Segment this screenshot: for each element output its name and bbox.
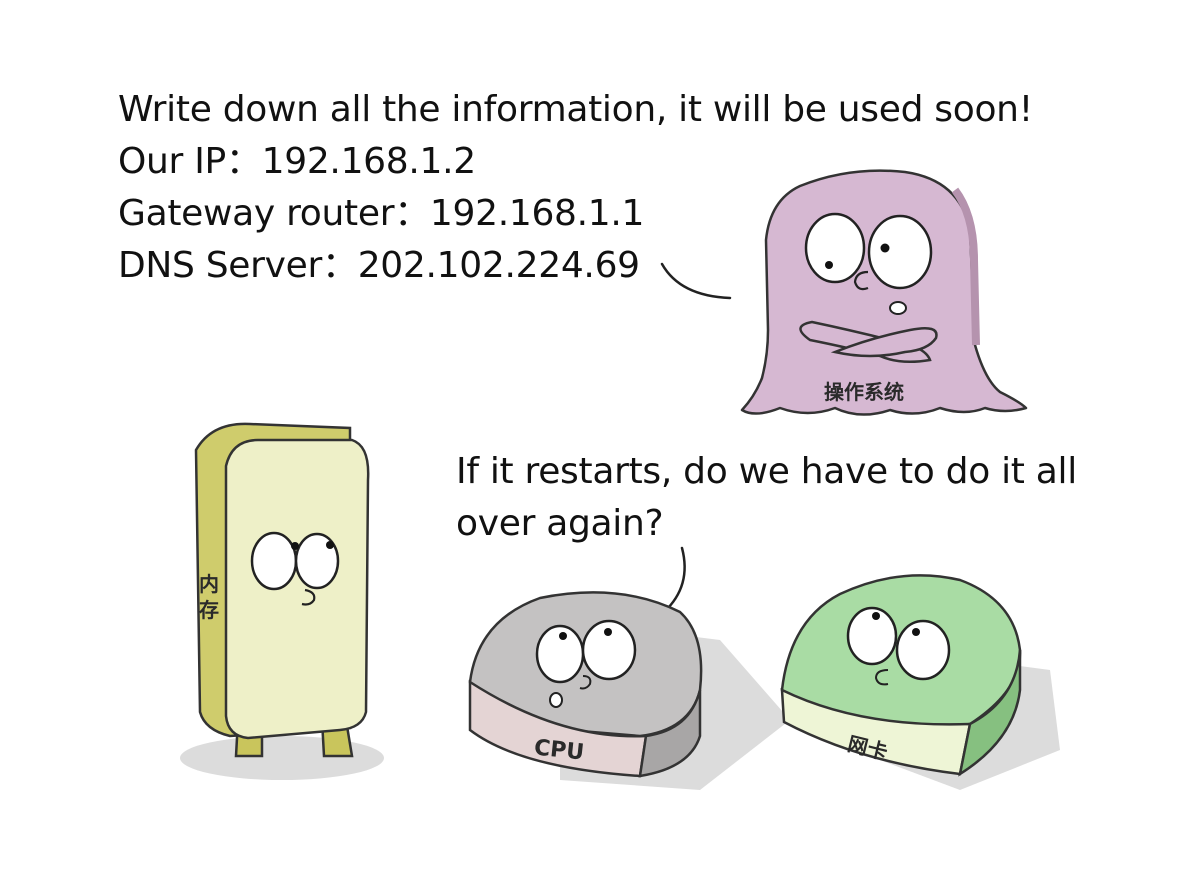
dns-server-line: DNS Server：202.102.224.69 [118,245,640,286]
nic-character [780,574,1022,777]
cpu-label: CPU [532,735,586,766]
cpu-character [468,591,703,778]
os-label: 操作系统 [824,380,904,404]
our-ip-line: Our IP：192.168.1.2 [118,141,476,182]
gateway-router-line: Gateway router：192.168.1.1 [118,193,645,234]
memory-label-top: 内 [199,572,219,596]
cpu-speech-line-2: over again? [456,503,664,544]
memory-front [224,438,370,740]
cpu-speech-line-1: If it restarts, do we have to do it all [456,451,1077,492]
memory-label-bottom: 存 [199,598,219,622]
cpu-speech-text: If it restarts, do we have to do it all … [456,446,1077,550]
memory-shadow [180,736,384,780]
cpu-speech-tail [662,546,686,614]
os-speech-line-1: Write down all the information, it will … [118,89,1033,130]
memory-character [194,422,370,758]
os-speech-text: Write down all the information, it will … [118,84,1033,292]
